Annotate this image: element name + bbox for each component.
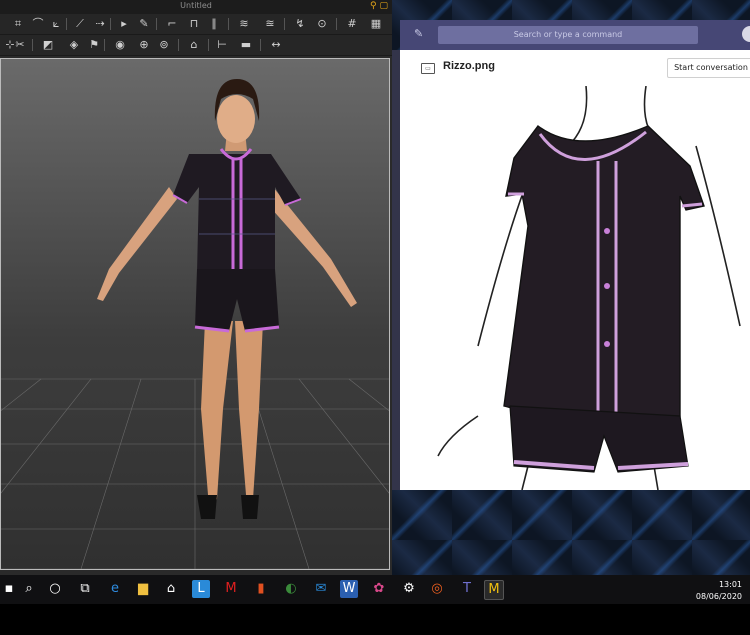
toolbar-row-2: ⊹ ✂ ◩ ◈ ⚑ ◉ ⊕ ⊚ ⌂ ⊢ ▬ ↔ — [0, 35, 392, 56]
settings-gear-icon[interactable]: ⚙ — [400, 580, 418, 598]
file-title: Rizzo.png — [443, 60, 495, 72]
pattern-tool-icon[interactable]: ⌗ — [10, 17, 26, 30]
clock-date: 08/06/2020 — [695, 592, 742, 601]
texture-tool-icon[interactable]: ◈ — [66, 38, 82, 51]
app-title: Untitled — [180, 1, 212, 10]
curve-seam-tool-icon[interactable]: ↯ — [292, 17, 308, 30]
topstitch-tool-icon[interactable]: ⊚ — [156, 38, 172, 51]
word-icon[interactable]: W — [340, 580, 358, 598]
teams-icon[interactable]: T — [458, 580, 476, 598]
arrange-tool-icon[interactable]: ▸ — [116, 17, 132, 30]
shirt-tool-icon[interactable]: ⌐ — [164, 17, 180, 30]
button-tool-icon[interactable]: ◉ — [112, 38, 128, 51]
clock-time: 13:01 — [718, 580, 742, 589]
houdini-icon[interactable]: ◎ — [428, 580, 446, 598]
mesh-tool-icon[interactable]: ▦ — [368, 17, 384, 30]
search-icon[interactable]: ⌕ — [20, 580, 38, 598]
tape-tool-icon[interactable]: ▬ — [238, 38, 254, 51]
search-input[interactable]: Search or type a command — [438, 26, 698, 44]
sketch-shorts — [509, 405, 689, 473]
buttonhole-tool-icon[interactable]: ⊕ — [136, 38, 152, 51]
office-icon[interactable]: ▮ — [252, 580, 270, 598]
file-explorer-icon[interactable]: ▆ — [134, 580, 152, 598]
pin-tool-icon[interactable]: ⚑ — [86, 38, 102, 51]
edge-icon[interactable]: e — [106, 580, 124, 598]
3d-viewport[interactable] — [0, 58, 390, 570]
cut-tool-icon[interactable]: ✂ — [12, 38, 28, 51]
taskbar: ▪ ⌕ ○ ⧉ e ▆ ⌂ L M ▮ ◐ ✉ W ✿ ⚙ ◎ T M — [0, 575, 750, 604]
teams-app-rail — [392, 50, 400, 490]
floor-grid — [1, 378, 389, 569]
mail-icon[interactable]: ✉ — [312, 580, 330, 598]
compose-icon[interactable]: ✎ — [414, 28, 426, 40]
avatar-scene — [1, 79, 389, 569]
screen-bottom — [0, 604, 750, 635]
xbox-icon[interactable]: ◐ — [282, 580, 300, 598]
start-icon[interactable]: ▪ — [0, 580, 18, 598]
sketch-illustration — [437, 86, 741, 490]
app-l-icon[interactable]: L — [192, 580, 210, 598]
window-controls[interactable]: ⚲ ▢ — [370, 1, 388, 11]
mcafee-icon[interactable]: M — [222, 580, 240, 598]
image-preview — [418, 86, 750, 490]
app-titlebar: Untitled ⚲ ▢ — [0, 0, 392, 14]
garment-tool-icon[interactable]: ⊓ — [186, 17, 202, 30]
curve-tool-icon[interactable]: ⌒ — [30, 17, 46, 30]
sketch-blouse — [503, 125, 705, 423]
seam-line-tool-icon[interactable]: ≊ — [262, 17, 278, 30]
toolbar-row-1: ⌗ ⌒ ⟀ ⟋ ⇢ ▸ ✎ ⌐ ⊓ ∥ ≋ ≊ ↯ ⊙ # ▦ — [0, 14, 392, 35]
dart-tool-icon[interactable]: ⟀ — [48, 17, 64, 30]
measure-tool-icon[interactable]: ⊢ — [214, 38, 230, 51]
app-window: Untitled ⚲ ▢ ⌗ ⌒ ⟀ ⟋ ⇢ ▸ ✎ ⌐ ⊓ ∥ ≋ ≊ ↯ ⊙… — [0, 0, 392, 575]
marvelous-designer-icon[interactable]: M — [484, 580, 504, 600]
grid-tool-icon[interactable]: # — [344, 17, 360, 30]
fold-tool-icon[interactable]: ⇢ — [92, 17, 108, 30]
seam-tool-icon[interactable]: ≋ — [236, 17, 252, 30]
store-icon[interactable]: ⌂ — [162, 580, 180, 598]
task-view-icon[interactable]: ⧉ — [76, 580, 94, 598]
avatar-shoes — [197, 495, 259, 519]
cortana-icon[interactable]: ○ — [46, 580, 64, 598]
line-tool-icon[interactable]: ⟋ — [72, 17, 88, 30]
start-conversation-button[interactable]: Start conversation — [667, 58, 750, 78]
zoom-tool-icon[interactable]: ⊙ — [314, 17, 330, 30]
stitch-tool-icon[interactable]: ∥ — [206, 17, 222, 30]
photos-icon[interactable]: ✿ — [370, 580, 388, 598]
fabric-tool-icon[interactable]: ◩ — [40, 38, 56, 51]
avatar-tool-icon[interactable]: ⌂ — [186, 38, 202, 51]
image-file-icon: ▭ — [421, 63, 435, 74]
tack-tool-icon[interactable]: ✎ — [136, 17, 152, 30]
align-tool-icon[interactable]: ↔ — [268, 38, 284, 51]
avatar-legs — [201, 321, 263, 507]
